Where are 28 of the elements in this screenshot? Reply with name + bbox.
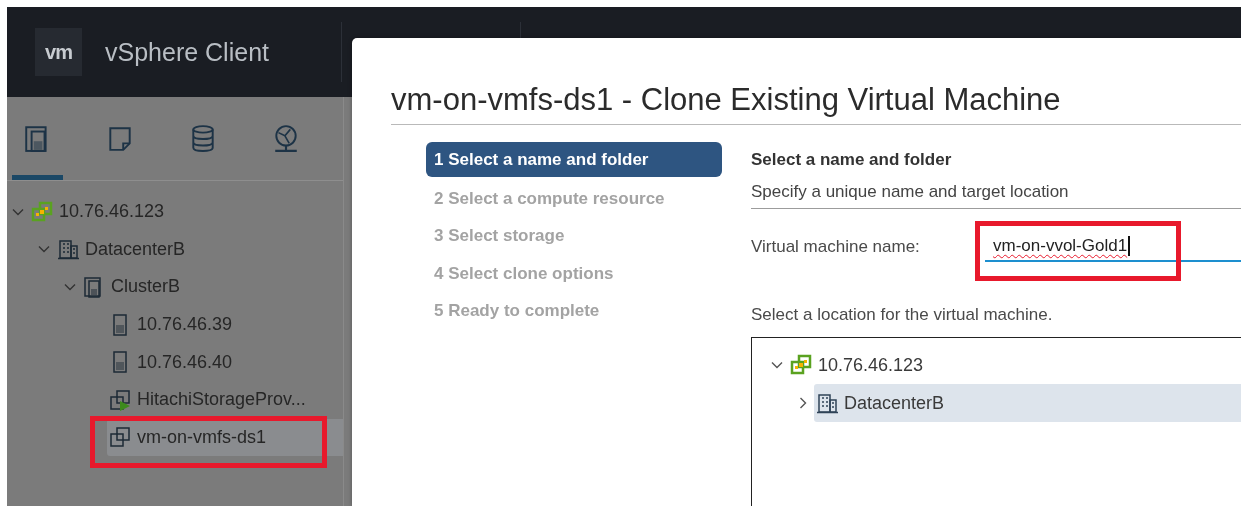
- tree-item[interactable]: HitachiStorageProv...: [107, 380, 343, 419]
- wizard-step[interactable]: 5 Ready to complete: [426, 292, 722, 330]
- wizard-step[interactable]: 3 Select storage: [426, 217, 722, 255]
- tree-item[interactable]: 10.76.46.123: [29, 193, 343, 231]
- tree-item[interactable]: 10.76.46.39: [107, 305, 343, 344]
- field-label: Virtual machine name:: [751, 237, 921, 257]
- location-label: Select a location for the virtual machine.: [751, 305, 1054, 326]
- linked-squares-icon: [790, 354, 812, 376]
- tree-item[interactable]: DatacenterB: [55, 230, 343, 269]
- logo: vm: [35, 28, 82, 76]
- text-field[interactable]: vm-on-vvol-Gold1: [985, 232, 1241, 262]
- wizard-step[interactable]: 2 Select a compute resource: [426, 179, 722, 217]
- app-title: vSphere Client: [105, 37, 269, 67]
- wizard-step[interactable]: 4 Select clone options: [426, 254, 722, 292]
- dialog-title: vm-on-vmfs-ds1 - Clone Existing Virtual Machine: [391, 81, 1062, 119]
- tree-item[interactable]: DatacenterB: [814, 384, 1241, 422]
- section-title: Select a name and folder: [751, 149, 953, 171]
- overlapping-squares-icon: [109, 426, 131, 449]
- tree-item[interactable]: 10.76.46.40: [107, 343, 343, 381]
- building-icon: [816, 392, 838, 414]
- section-subtitle: Specify a unique name and target location: [751, 182, 1070, 203]
- tree-item[interactable]: 10.76.46.123: [788, 346, 1241, 384]
- linked-squares-icon: [31, 200, 53, 223]
- tree-item[interactable]: ClusterB: [81, 268, 343, 306]
- wizard-step[interactable]: 1 Select a name and folder: [426, 142, 722, 177]
- text-cursor: [1128, 236, 1130, 256]
- building-icon: [57, 238, 79, 261]
- squares-play-icon: [109, 388, 131, 411]
